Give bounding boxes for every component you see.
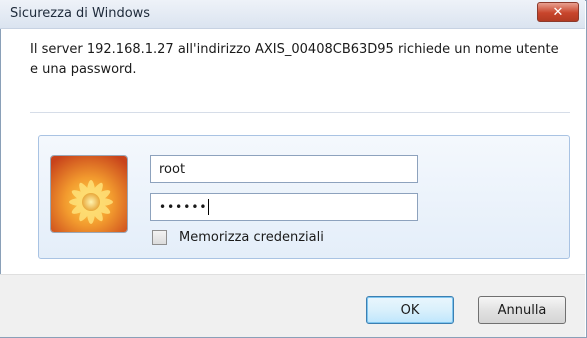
close-button[interactable]: ✕: [537, 2, 579, 22]
remember-checkbox[interactable]: [152, 230, 167, 245]
password-mask: ••••••: [159, 200, 208, 214]
window-title: Sicurezza di Windows: [10, 6, 151, 21]
remember-credentials-option[interactable]: Memorizza credenziali: [152, 230, 324, 245]
close-icon: ✕: [552, 4, 564, 20]
cancel-button-label: Annulla: [497, 302, 547, 318]
username-field[interactable]: root: [150, 155, 418, 183]
remember-label: Memorizza credenziali: [179, 230, 324, 245]
divider: [30, 112, 570, 113]
title-bar[interactable]: Sicurezza di Windows ✕: [0, 0, 585, 29]
user-tile-flower-icon: [50, 155, 128, 233]
ok-button-label: OK: [400, 302, 420, 318]
password-field[interactable]: ••••••: [150, 193, 418, 221]
text-caret: [208, 199, 210, 215]
ok-button[interactable]: OK: [366, 296, 454, 324]
prompt-message: Il server 192.168.1.27 all'indirizzo AXI…: [30, 42, 559, 77]
cancel-button[interactable]: Annulla: [478, 296, 566, 324]
username-value: root: [159, 161, 186, 177]
